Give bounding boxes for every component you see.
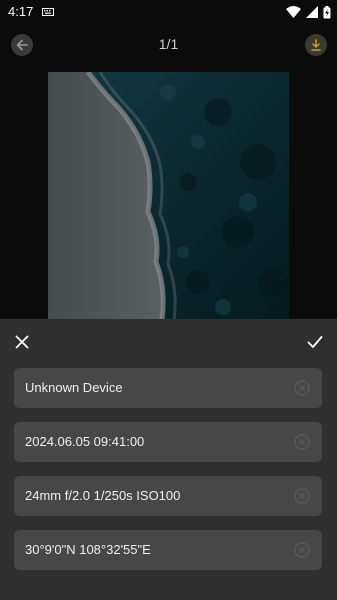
keyboard-icon <box>42 8 54 16</box>
close-button[interactable] <box>11 331 33 353</box>
device-field-value: Unknown Device <box>25 380 123 395</box>
camera-params-field[interactable]: 24mm f/2.0 1/250s ISO100 <box>14 476 322 516</box>
page-counter: 1/1 <box>158 36 179 52</box>
clear-icon[interactable] <box>294 434 310 450</box>
location-field-value: 30°9'0"N 108°32'55"E <box>25 542 151 557</box>
top-bar: 1/1 <box>0 26 337 66</box>
confirm-button[interactable] <box>304 331 326 353</box>
datetime-field-value: 2024.06.05 09:41:00 <box>25 434 145 449</box>
datetime-field[interactable]: 2024.06.05 09:41:00 <box>14 422 322 462</box>
download-icon <box>311 39 321 51</box>
clear-icon[interactable] <box>294 380 310 396</box>
download-button[interactable] <box>305 34 327 56</box>
wifi-icon <box>286 6 301 18</box>
info-edit-sheet: Unknown Device 2024.06.05 09:41:00 24mm … <box>0 319 337 600</box>
signal-icon <box>306 6 318 18</box>
location-field[interactable]: 30°9'0"N 108°32'55"E <box>14 530 322 570</box>
device-field[interactable]: Unknown Device <box>14 368 322 408</box>
close-icon <box>15 335 29 349</box>
photo-preview <box>48 72 289 320</box>
clear-icon[interactable] <box>294 542 310 558</box>
battery-icon <box>323 5 331 18</box>
status-time: 4:17 <box>8 4 34 19</box>
camera-params-field-value: 24mm f/2.0 1/250s ISO100 <box>25 488 181 503</box>
status-bar: 4:17 <box>0 0 337 24</box>
clear-icon[interactable] <box>294 488 310 504</box>
check-icon <box>307 336 323 348</box>
